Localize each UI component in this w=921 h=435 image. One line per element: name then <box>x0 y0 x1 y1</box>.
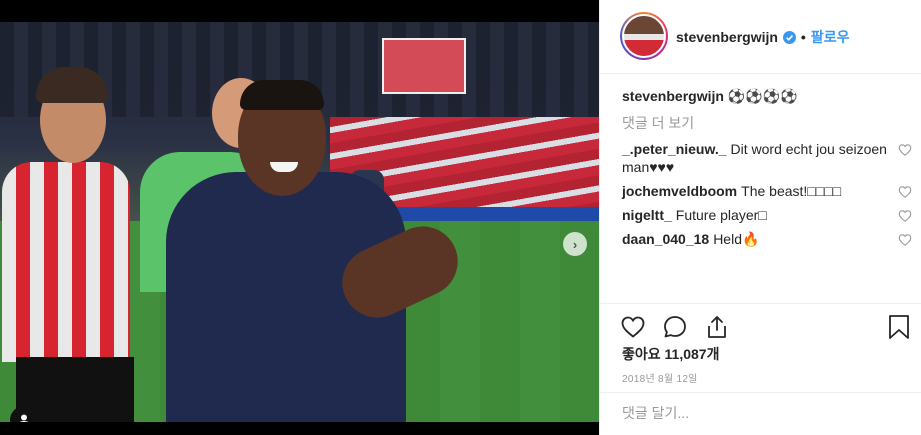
comment-username[interactable]: daan_040_18 <box>622 231 709 247</box>
avatar-story-ring[interactable] <box>620 12 668 60</box>
comment-text: Held🔥 <box>713 231 760 247</box>
caption: stevenbergwijn ⚽⚽⚽⚽ <box>622 88 798 105</box>
post-sidebar: stevenbergwijn • 팔로우 stevenbergwijn ⚽⚽⚽⚽… <box>599 0 921 435</box>
comment-button[interactable] <box>662 314 688 340</box>
comment-item: _.peter_nieuw._ Dit word echt jou seizoen… <box>622 140 914 176</box>
comment-icon <box>664 316 686 338</box>
comment-like-heart-icon[interactable] <box>898 186 912 198</box>
likes-label: 좋아요 <box>622 346 661 362</box>
header-user-row: stevenbergwijn • 팔로우 <box>676 27 849 47</box>
likes-count[interactable]: 좋아요 11,087개 <box>622 344 719 364</box>
post-photo[interactable]: › <box>0 22 599 422</box>
post-header: stevenbergwijn • 팔로우 <box>600 0 921 74</box>
like-button[interactable] <box>620 314 646 340</box>
save-button[interactable] <box>888 314 914 340</box>
comment-list: _.peter_nieuw._ Dit word echt jou seizoen… <box>622 140 914 254</box>
caption-text: ⚽⚽⚽⚽ <box>727 88 798 104</box>
heart-icon <box>621 316 645 338</box>
share-icon <box>708 316 726 338</box>
comment-input[interactable] <box>622 405 902 421</box>
user-tag-icon <box>19 414 29 422</box>
comment-username[interactable]: nigeltt_ <box>622 207 672 223</box>
chevron-right-icon: › <box>572 236 578 252</box>
comment-username[interactable]: _.peter_nieuw._ <box>622 141 727 157</box>
left-player-shirt <box>2 162 130 362</box>
header-username[interactable]: stevenbergwijn <box>676 29 778 45</box>
comment-like-heart-icon[interactable] <box>898 144 912 156</box>
caption-username[interactable]: stevenbergwijn <box>622 88 724 104</box>
more-comments-link[interactable]: 댓글 더 보기 <box>622 113 694 133</box>
share-button[interactable] <box>704 314 730 340</box>
comment-username[interactable]: jochemveldboom <box>622 183 737 199</box>
comment-text: Future player□ <box>675 207 767 223</box>
post-date[interactable]: 2018년 8월 12일 <box>622 370 698 385</box>
likes-number: 11,087개 <box>664 346 720 362</box>
stadium-scoreboard <box>382 38 466 94</box>
comment-item: jochemveldboom The beast!□□□□ <box>622 182 914 200</box>
verified-icon <box>782 30 796 44</box>
comment-item: daan_040_18 Held🔥 <box>622 230 914 248</box>
actions-bar <box>600 303 921 339</box>
carousel-next-button[interactable]: › <box>563 232 587 256</box>
comment-item: nigeltt_ Future player□ <box>622 206 914 224</box>
follow-button[interactable]: 팔로우 <box>811 27 850 47</box>
comment-like-heart-icon[interactable] <box>898 234 912 246</box>
comment-like-heart-icon[interactable] <box>898 210 912 222</box>
media-frame: › <box>0 0 599 435</box>
comment-box <box>600 392 921 435</box>
avatar <box>622 14 666 58</box>
header-separator: • <box>800 29 806 45</box>
bookmark-icon <box>889 315 909 339</box>
comment-text: The beast!□□□□ <box>741 183 842 199</box>
main-player-hair <box>240 80 324 110</box>
